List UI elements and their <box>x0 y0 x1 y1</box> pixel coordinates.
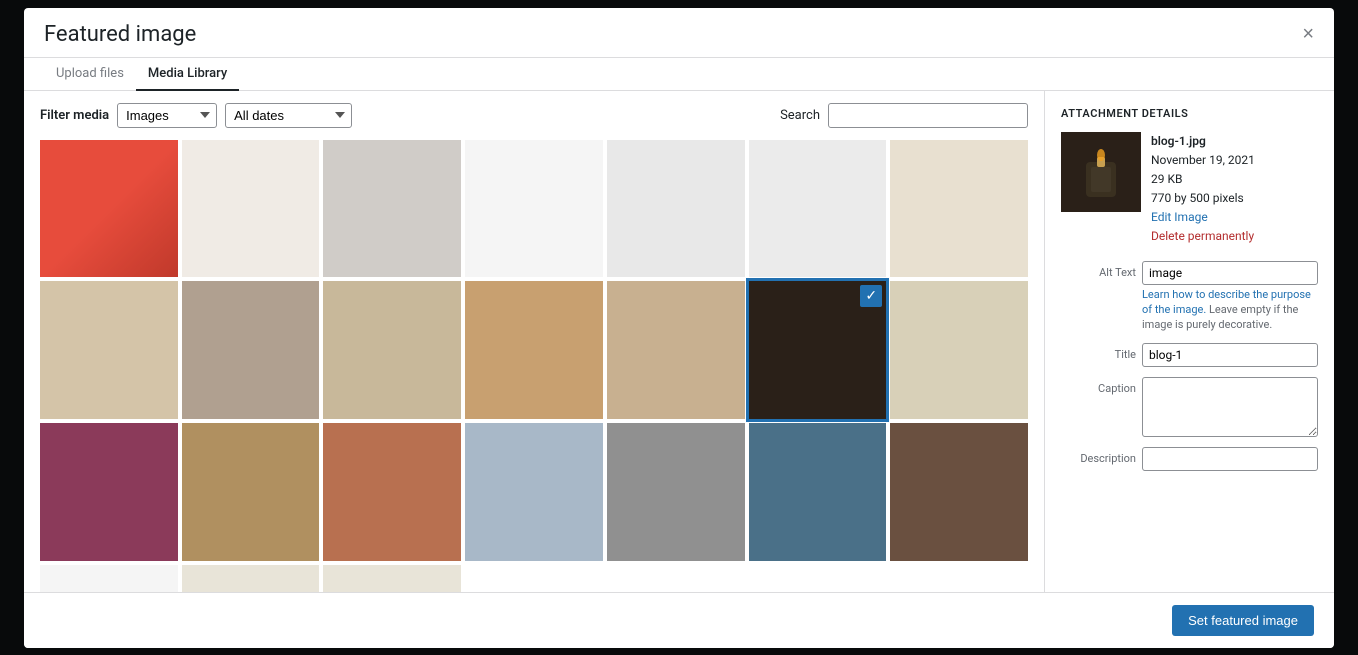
media-area: Filter media Images Audio Video Document… <box>24 91 1044 592</box>
search-area: Search <box>780 103 1028 128</box>
media-item[interactable] <box>40 423 178 561</box>
edit-image-link[interactable]: Edit Image <box>1151 210 1208 224</box>
media-item[interactable] <box>465 565 603 592</box>
caption-textarea[interactable] <box>1142 377 1318 437</box>
description-row: Description <box>1061 447 1318 471</box>
media-item[interactable] <box>607 140 745 278</box>
media-item[interactable] <box>607 281 745 419</box>
media-item[interactable] <box>890 140 1028 278</box>
attachment-meta: blog-1.jpg November 19, 2021 29 KB 770 b… <box>1151 132 1255 247</box>
attachment-filename: blog-1.jpg <box>1151 132 1255 151</box>
media-item[interactable] <box>607 565 745 592</box>
attachment-section-title: ATTACHMENT DETAILS <box>1061 107 1318 120</box>
alt-text-row: Alt Text Learn how to describe the purpo… <box>1061 261 1318 333</box>
title-label: Title <box>1061 343 1136 361</box>
filter-label: Filter media <box>40 108 109 123</box>
media-item[interactable] <box>323 423 461 561</box>
search-label: Search <box>780 108 820 123</box>
media-item[interactable] <box>890 423 1028 561</box>
media-item[interactable] <box>182 281 320 419</box>
media-item[interactable] <box>323 281 461 419</box>
delete-permanently-link[interactable]: Delete permanently <box>1151 229 1254 243</box>
modal-title: Featured image <box>44 22 196 47</box>
attachment-sidebar: ATTACHMENT DETAILS blog-1.jpg November 1… <box>1044 91 1334 592</box>
media-item[interactable] <box>465 423 603 561</box>
title-row: Title <box>1061 343 1318 367</box>
tab-media-library[interactable]: Media Library <box>136 58 239 91</box>
attachment-preview: blog-1.jpg November 19, 2021 29 KB 770 b… <box>1061 132 1318 247</box>
modal-close-button[interactable]: × <box>1302 24 1314 44</box>
attachment-size: 29 KB <box>1151 170 1255 189</box>
description-label: Description <box>1061 447 1136 465</box>
modal-overlay[interactable]: Featured image × Upload files Media Libr… <box>0 0 1358 655</box>
media-item[interactable] <box>890 565 1028 592</box>
caption-row: Caption <box>1061 377 1318 437</box>
alt-text-wrap: Learn how to describe the purpose of the… <box>1142 261 1318 333</box>
filter-type-select[interactable]: Images Audio Video Documents <box>117 103 217 128</box>
media-item[interactable] <box>465 140 603 278</box>
description-input[interactable] <box>1142 447 1318 471</box>
media-item[interactable] <box>182 565 320 592</box>
media-item[interactable] <box>607 423 745 561</box>
caption-label: Caption <box>1061 377 1136 395</box>
modal-footer: Set featured image <box>24 592 1334 648</box>
attachment-date: November 19, 2021 <box>1151 151 1255 170</box>
filter-bar: Filter media Images Audio Video Document… <box>24 91 1044 140</box>
title-input[interactable] <box>1142 343 1318 367</box>
media-item[interactable] <box>323 565 461 592</box>
media-item[interactable] <box>182 140 320 278</box>
alt-text-label: Alt Text <box>1061 261 1136 279</box>
filter-date-select[interactable]: All dates November 2021 October 2021 <box>225 103 352 128</box>
attachment-dimensions: 770 by 500 pixels <box>1151 189 1255 208</box>
modal-body: Filter media Images Audio Video Document… <box>24 91 1334 592</box>
media-item-selected[interactable]: ✓ <box>749 281 887 419</box>
media-item[interactable] <box>40 140 178 278</box>
tab-upload[interactable]: Upload files <box>44 58 136 91</box>
modal-header: Featured image × <box>24 8 1334 58</box>
media-item[interactable] <box>323 140 461 278</box>
featured-image-modal: Featured image × Upload files Media Libr… <box>24 8 1334 648</box>
media-item[interactable] <box>749 140 887 278</box>
media-item[interactable] <box>749 565 887 592</box>
search-input[interactable] <box>828 103 1028 128</box>
alt-text-input[interactable] <box>1142 261 1318 285</box>
candle-icon <box>1071 142 1131 202</box>
attachment-thumbnail <box>1061 132 1141 212</box>
selected-checkmark: ✓ <box>860 285 882 307</box>
media-item[interactable] <box>890 281 1028 419</box>
media-item[interactable] <box>749 423 887 561</box>
media-grid-container[interactable]: ✓ <box>24 140 1044 592</box>
media-item[interactable] <box>465 281 603 419</box>
media-grid: ✓ <box>40 140 1028 592</box>
media-item[interactable] <box>40 565 178 592</box>
media-item[interactable] <box>182 423 320 561</box>
media-item[interactable] <box>40 281 178 419</box>
tabs-bar: Upload files Media Library <box>24 58 1334 91</box>
alt-text-hint: Learn how to describe the purpose of the… <box>1142 287 1318 333</box>
set-featured-image-button[interactable]: Set featured image <box>1172 605 1314 636</box>
